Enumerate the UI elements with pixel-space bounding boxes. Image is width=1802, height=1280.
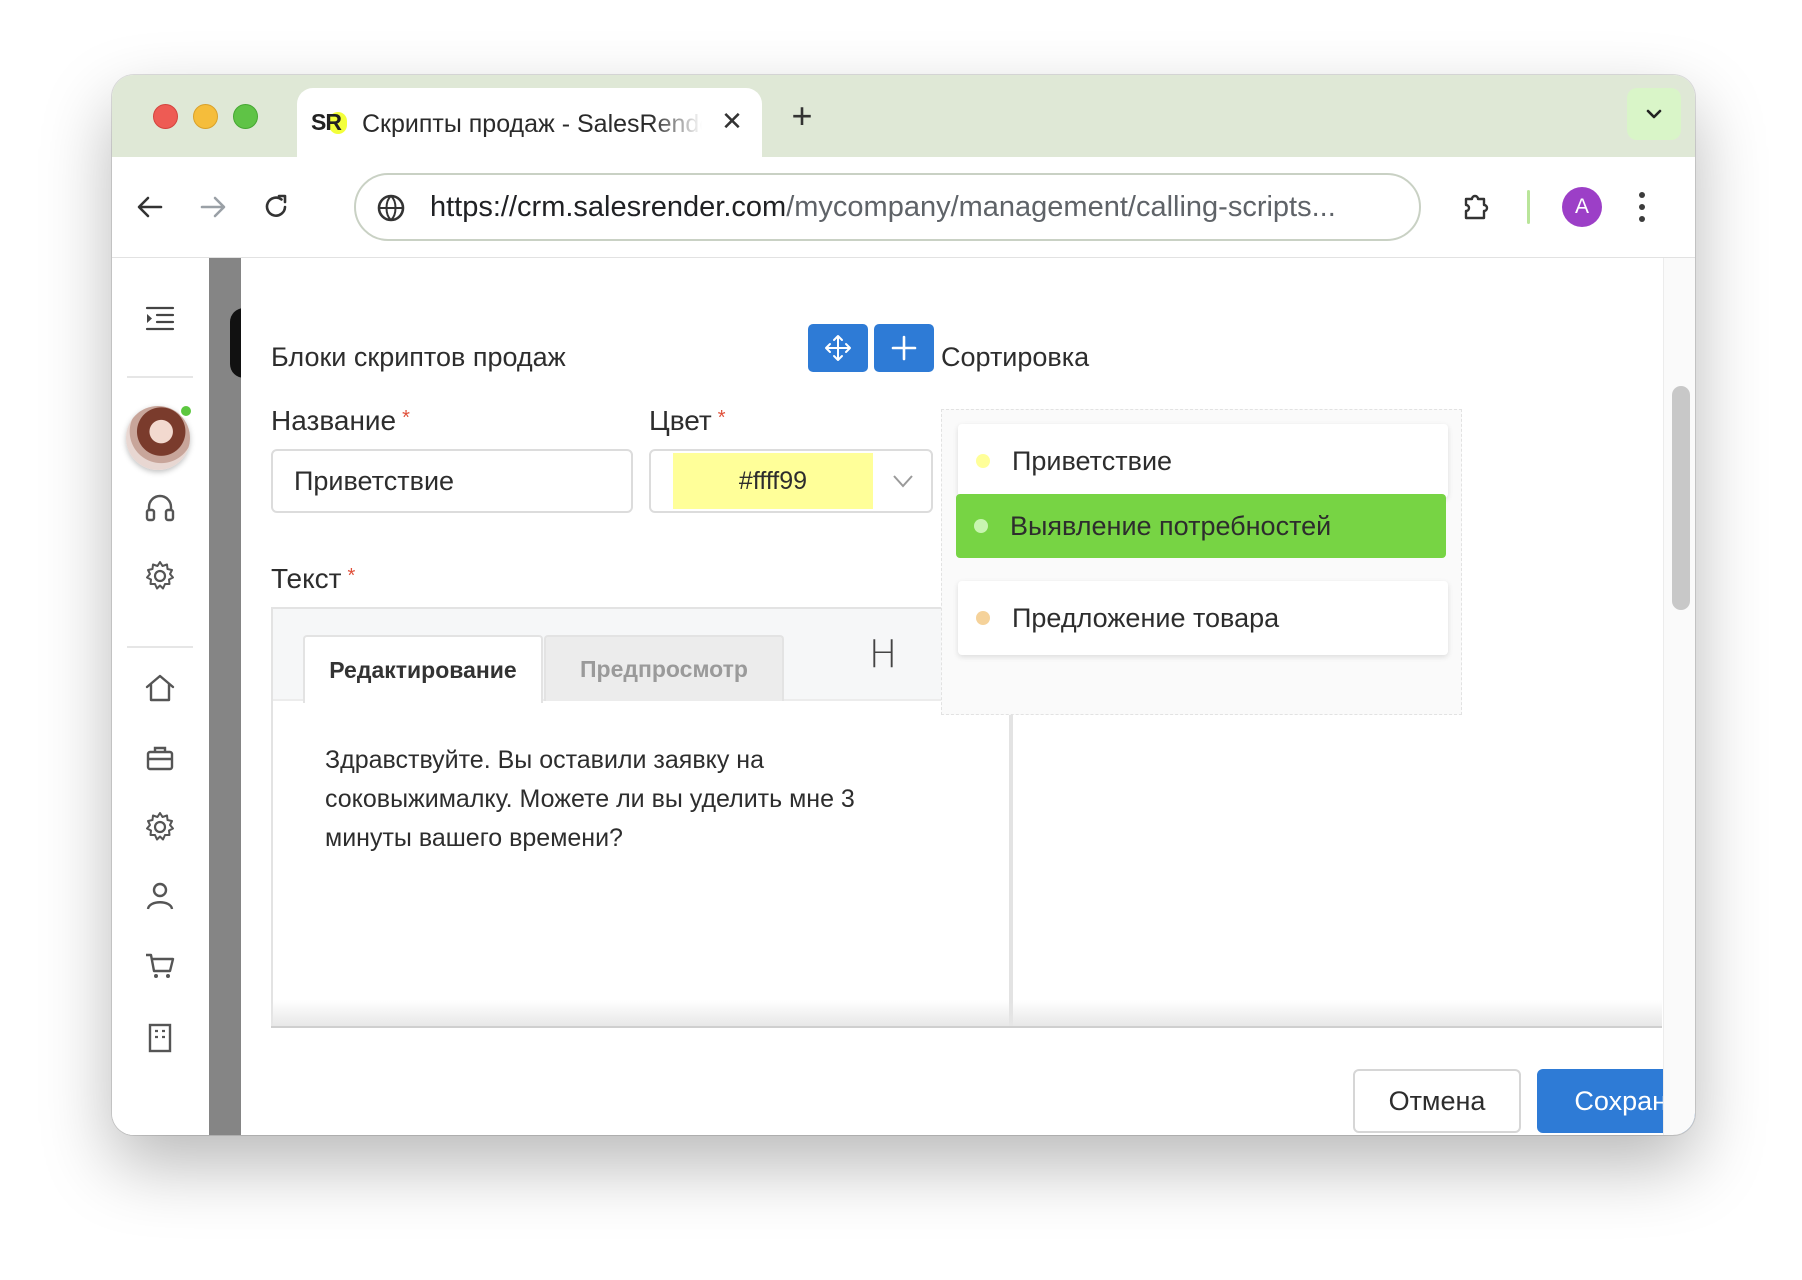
forward-button[interactable]	[191, 185, 235, 229]
name-label: Название *	[271, 405, 410, 436]
close-window-button[interactable]	[153, 104, 178, 129]
color-select[interactable]: #ffff99	[649, 449, 933, 513]
cancel-button[interactable]: Отмена	[1353, 1069, 1521, 1133]
arrow-right-icon	[200, 196, 226, 218]
modal-title: Блоки скриптов продаж	[271, 342, 566, 372]
tab-title: Скрипты продаж - SalesRender	[362, 110, 702, 138]
page-content: Блоки скриптов продаж Сортировка Названи…	[112, 258, 1695, 1135]
zoom-window-button[interactable]	[233, 104, 258, 129]
scroll-fade	[271, 1000, 1662, 1028]
color-dot	[976, 454, 990, 468]
profile-avatar[interactable]: A	[1562, 187, 1602, 227]
reload-button[interactable]	[254, 185, 298, 229]
sidebar-divider	[127, 376, 193, 378]
move-arrows-icon	[825, 335, 851, 361]
editor-toolbar: Редактирование Предпросмотр H	[273, 609, 1009, 703]
salesrender-favicon-icon: SR	[311, 104, 347, 140]
scrollbar-thumb[interactable]	[1672, 386, 1690, 610]
tab-strip: SR Скрипты продаж - SalesRender ✕ +	[112, 75, 1695, 160]
sort-item-active[interactable]: Выявление потребностей	[956, 494, 1446, 558]
text-editor: Редактирование Предпросмотр H Здравствуй…	[271, 607, 1011, 1027]
color-dot	[976, 611, 990, 625]
reload-icon	[265, 194, 287, 217]
menu-toggle-icon[interactable]	[140, 298, 180, 338]
move-button[interactable]	[808, 324, 868, 372]
settings-gear-icon[interactable]	[140, 807, 180, 847]
tab-search-button[interactable]	[1627, 88, 1681, 140]
sort-item-label: Предложение товара	[1012, 602, 1280, 633]
minimize-window-button[interactable]	[193, 104, 218, 129]
text-label: Текст *	[271, 563, 356, 594]
back-button[interactable]	[128, 185, 172, 229]
chevron-down-icon	[1646, 109, 1662, 119]
add-block-button[interactable]	[874, 324, 934, 372]
browser-menu-button[interactable]	[1628, 185, 1656, 229]
user-icon[interactable]	[140, 876, 180, 916]
extensions-button[interactable]	[1453, 183, 1501, 231]
cart-icon[interactable]	[140, 946, 180, 986]
home-icon[interactable]	[140, 668, 180, 708]
puzzle-icon	[1464, 194, 1489, 220]
tab-edit[interactable]: Редактирование	[303, 635, 543, 703]
browser-window: SR Скрипты продаж - SalesRender ✕ + http…	[112, 75, 1695, 1135]
browser-tab-active[interactable]: SR Скрипты продаж - SalesRender ✕	[297, 88, 762, 160]
app-sidebar	[112, 258, 209, 1135]
name-input[interactable]: Приветствие	[271, 449, 633, 513]
sort-item-label: Приветствие	[1012, 445, 1173, 476]
sort-title: Сортировка	[941, 342, 1090, 372]
color-swatch: #ffff99	[673, 453, 873, 509]
toolbar-separator	[1527, 190, 1530, 224]
address-bar[interactable]: https://crm.salesrender.com/mycompany/ma…	[354, 173, 1421, 241]
tab-preview[interactable]: Предпросмотр	[544, 635, 784, 701]
tab-close-icon[interactable]: ✕	[717, 106, 747, 136]
editor-textarea[interactable]: Здравствуйте. Вы оставили заявку на соко…	[325, 741, 925, 858]
new-tab-button[interactable]: +	[784, 98, 820, 135]
chevron-down-icon	[893, 475, 913, 488]
briefcase-icon[interactable]	[140, 738, 180, 778]
browser-toolbar: https://crm.salesrender.com/mycompany/ma…	[112, 157, 1695, 258]
script-blocks-modal: Блоки скриптов продаж Сортировка Названи…	[241, 258, 1695, 1135]
arrow-left-icon	[137, 196, 163, 218]
sort-list: Приветствие Выявление потребностей Предл…	[941, 409, 1462, 715]
sort-item[interactable]: Приветствие	[958, 424, 1448, 498]
color-label: Цвет *	[649, 405, 726, 436]
sidebar-divider	[127, 646, 193, 648]
gear-icon[interactable]	[140, 556, 180, 596]
online-status-badge	[179, 404, 193, 418]
url-text: https://crm.salesrender.com/mycompany/ma…	[430, 191, 1336, 223]
plus-icon	[891, 335, 917, 361]
sort-item-label: Выявление потребностей	[1010, 510, 1332, 541]
sort-item[interactable]: Предложение товара	[958, 581, 1448, 655]
section-divider	[271, 1026, 1662, 1028]
color-dot	[974, 519, 988, 533]
building-icon[interactable]	[140, 1016, 180, 1056]
heading-button[interactable]: H	[863, 631, 903, 677]
headset-icon[interactable]	[140, 488, 180, 528]
site-info-icon[interactable]	[374, 191, 408, 225]
